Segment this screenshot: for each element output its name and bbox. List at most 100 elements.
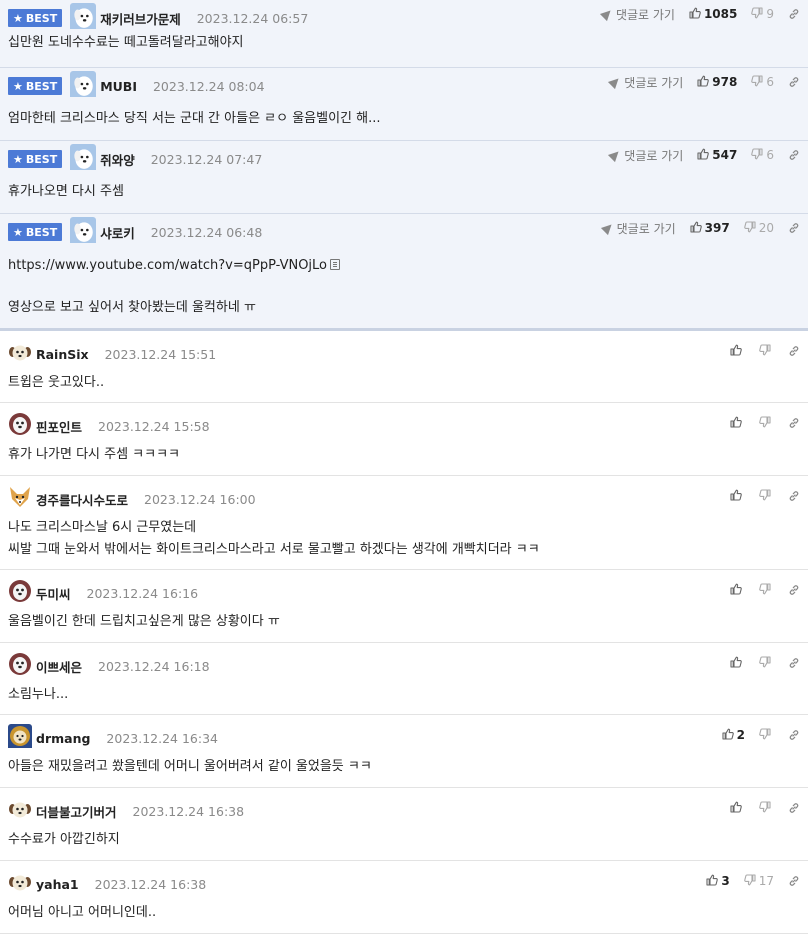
link-share-icon[interactable] [788,149,800,161]
reply-link[interactable]: 댓글로 가기 [600,220,676,237]
lion-avatar-icon[interactable] [8,724,32,752]
downvote-button[interactable] [759,343,774,359]
upvote-button[interactable] [730,416,745,431]
comment-actions [730,337,800,365]
downvote-button[interactable] [759,582,774,598]
downvote-button[interactable] [759,415,774,431]
downvote-button[interactable]: 6 [751,74,774,90]
nickname[interactable]: MUBI [100,79,137,94]
comment: RainSix 2023.12.24 15:51 트윕은 웃고있다.. [0,331,808,403]
upvote-button[interactable] [730,583,745,598]
reply-label[interactable]: 댓글로 가기 [624,74,683,91]
white-dog-avatar-icon[interactable] [70,217,97,247]
nickname[interactable]: 이쁘세은 [36,657,82,676]
send-arrow-icon [608,74,623,90]
nickname[interactable]: 더블불고기버거 [36,802,117,821]
link-share-icon[interactable] [788,657,800,669]
sheepdog-avatar-icon[interactable] [8,652,32,680]
upvote-button[interactable] [730,344,745,359]
link-share-icon[interactable] [788,76,800,88]
reply-label[interactable]: 댓글로 가기 [624,147,683,164]
reply-label[interactable]: 댓글로 가기 [616,6,675,23]
link-share-icon[interactable] [788,729,800,741]
nickname[interactable]: 핀포인트 [36,417,82,436]
comment-actions: 댓글로 가기 397 20 [600,214,800,242]
comment-date: 2023.12.24 16:34 [106,730,218,746]
link-share-icon[interactable] [788,802,800,814]
upvote-count: 547 [712,148,738,162]
downvote-button[interactable]: 6 [751,147,774,163]
link-share-icon[interactable] [788,875,800,887]
downvote-button[interactable]: 9 [751,6,774,22]
upvote-button[interactable]: 1085 [689,7,737,22]
comment-actions [730,794,800,822]
white-dog-avatar-icon[interactable] [70,144,97,174]
nickname[interactable]: 경주를다시수도로 [36,490,128,509]
star-icon: ★ [13,11,23,25]
send-arrow-icon [608,147,623,163]
nickname[interactable]: 샤로키 [100,223,135,242]
reply-link[interactable]: 댓글로 가기 [608,147,683,164]
upvote-button[interactable]: 547 [697,148,737,163]
link-share-icon[interactable] [788,222,800,234]
nickname[interactable]: yaha1 [36,877,79,892]
upvote-button[interactable] [730,489,745,504]
sheepdog-avatar-icon[interactable] [8,412,32,440]
comment-link[interactable]: https://www.youtube.com/watch?v=qPpP-VNO… [8,256,341,276]
comment-text: 영상으로 보고 싶어서 찾아봤는데 울컥하네 ㅠ [8,300,256,315]
puppy-avatar-icon[interactable] [8,340,32,368]
star-icon: ★ [13,225,23,239]
downvote-button[interactable] [759,488,774,504]
link-share-icon[interactable] [788,8,800,20]
downvote-button[interactable]: 17 [743,873,774,889]
nickname[interactable]: RainSix [36,347,89,362]
comment-date: 2023.12.24 16:16 [86,585,199,601]
comment: 핀포인트 2023.12.24 15:58 휴가 나가면 다시 주셈 ㅋㅋㅋㅋ [0,403,808,476]
nickname[interactable]: drmang [36,731,90,746]
puppy-avatar-icon[interactable] [8,870,32,898]
thumbs-up-icon [689,7,704,22]
comment-date: 2023.12.24 16:18 [98,658,210,674]
best-comment: ★ BEST 재키러브가문제 2023.12.24 06:57 십만원 도네수수료는 떼… [0,0,808,68]
reply-link[interactable]: 댓글로 가기 [599,6,675,23]
link-share-icon[interactable] [788,584,800,596]
upvote-button[interactable] [730,656,745,671]
thumbs-up-icon [697,148,712,163]
comment-date: 2023.12.24 08:04 [152,78,265,94]
comment-actions: 댓글로 가기 1085 9 [599,0,800,28]
downvote-button[interactable] [759,655,774,671]
upvote-button[interactable]: 3 [706,874,730,889]
thumbs-up-icon [690,221,705,236]
thumbs-down-icon [759,343,774,359]
upvote-button[interactable]: 978 [697,75,737,90]
nickname[interactable]: 재키러브가문제 [100,9,181,28]
thumbs-down-icon [751,74,766,90]
best-label: BEST [25,225,58,239]
link-share-icon[interactable] [788,417,800,429]
comment: 경주를다시수도로 2023.12.24 16:00 나도 크리스마스날 6시 근무였… [0,476,808,570]
reply-label[interactable]: 댓글로 가기 [617,220,676,237]
nickname[interactable]: 쥐와양 [100,150,135,169]
upvote-button[interactable]: 397 [690,221,730,236]
fox-avatar-icon[interactable] [8,485,32,513]
puppy-avatar-icon[interactable] [8,797,32,825]
white-dog-avatar-icon[interactable] [70,3,97,33]
link-share-icon[interactable] [788,490,800,502]
downvote-button[interactable] [759,727,774,743]
downvote-button[interactable]: 20 [743,220,774,236]
nickname[interactable]: 두미씨 [36,584,71,603]
thumbs-down-icon [759,582,774,598]
downvote-button[interactable] [759,800,774,816]
comment-header: RainSix 2023.12.24 15:51 [8,340,216,368]
send-arrow-icon [600,220,615,236]
best-comment: ★ BEST 샤로키 2023.12.24 06:48 https://www.yout… [0,214,808,331]
upvote-button[interactable]: 2 [722,728,745,743]
document-icon[interactable] [330,259,341,270]
upvote-button[interactable] [730,801,745,816]
comment-text: 아들은 재밌을려고 쐈을텐데 어머니 울어버려서 같이 울었을듯 ㅋㅋ [8,759,372,774]
white-dog-avatar-icon[interactable] [70,71,97,101]
link-text[interactable]: https://www.youtube.com/watch?v=qPpP-VNO… [8,258,327,273]
sheepdog-avatar-icon[interactable] [8,579,32,607]
link-share-icon[interactable] [788,345,800,357]
reply-link[interactable]: 댓글로 가기 [608,74,683,91]
